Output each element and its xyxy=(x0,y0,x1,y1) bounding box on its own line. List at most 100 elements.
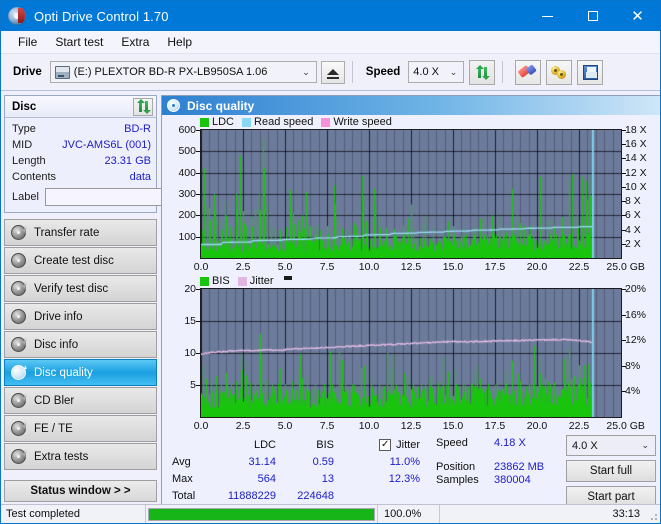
x-tick-label: 17.5 xyxy=(485,261,505,273)
resize-grip[interactable] xyxy=(648,511,658,521)
y-tick-label: 300 xyxy=(178,188,196,200)
eraser-icon xyxy=(517,61,539,82)
stats-max-bis: 13 xyxy=(280,471,338,488)
drive-select[interactable]: (E:) PLEXTOR BD-R PX-LB950SA 1.06 ⌄ xyxy=(50,61,317,83)
y2-tick-label: 16% xyxy=(625,309,646,321)
disc-quality-icon xyxy=(11,365,26,380)
legend-swatch-jitter xyxy=(238,277,247,286)
drive-info-icon xyxy=(11,309,26,324)
legend-ldc: LDC xyxy=(200,116,234,128)
legend-bis: BIS xyxy=(200,275,230,287)
create-test-disc-icon xyxy=(11,253,26,268)
refresh-icon xyxy=(475,65,490,80)
x-tick-label: 10.0 xyxy=(359,261,379,273)
y2-tick-label: 8% xyxy=(625,360,640,372)
y-tick-label: 200 xyxy=(178,209,196,221)
sidebar-item-verify-test-disc[interactable]: Verify test disc xyxy=(4,275,157,302)
app-window: Opti Drive Control 1.70 ✕ File Start tes… xyxy=(0,0,661,524)
sidebar-item-label: Verify test disc xyxy=(34,283,108,295)
stats-total-bis: 224648 xyxy=(280,487,338,504)
sidebar-item-label: Disc quality xyxy=(34,367,93,379)
x-tick-label: 22.5 xyxy=(569,420,589,432)
eject-button[interactable] xyxy=(321,61,345,84)
y2-tick-label: 10 X xyxy=(625,181,647,193)
x-tick-label: 17.5 xyxy=(485,420,505,432)
bis-x-axis: 0.02.55.07.510.012.515.017.520.022.525.0… xyxy=(200,418,660,433)
x-tick-label: 7.5 xyxy=(320,420,335,432)
sidebar-item-transfer-rate[interactable]: Transfer rate xyxy=(4,219,157,246)
disc-length-key: Length xyxy=(12,155,46,167)
main-panel: Disc quality LDC Read speed Write speed xyxy=(161,95,661,505)
y2-tick-label: 18 X xyxy=(625,124,647,136)
stats-total-ldc: 11888229 xyxy=(208,487,280,504)
ldc-plot-area xyxy=(200,129,622,259)
stats-max-jitter: 12.3% xyxy=(338,471,424,488)
sidebar-item-fe-te[interactable]: FE / TE xyxy=(4,415,157,442)
y2-tick-label: 8 X xyxy=(625,195,641,207)
disc-mid-value: JVC-AMS6L (001) xyxy=(62,139,151,151)
start-full-button[interactable]: Start full xyxy=(566,460,656,482)
legend-label-bis: BIS xyxy=(212,275,230,287)
stats-col-jitter: ✓ Jitter xyxy=(338,437,424,454)
verify-test-disc-icon xyxy=(11,281,26,296)
save-button[interactable] xyxy=(577,60,603,85)
minimize-button[interactable] xyxy=(525,1,570,31)
y-tick-label: 15 xyxy=(184,315,196,327)
disc-refresh-button[interactable] xyxy=(133,98,153,116)
disc-panel-title: Disc xyxy=(12,101,36,113)
sidebar-item-drive-info[interactable]: Drive info xyxy=(4,303,157,330)
speed-select[interactable]: 4.0 X ⌄ xyxy=(408,61,464,83)
sidebar-item-create-test-disc[interactable]: Create test disc xyxy=(4,247,157,274)
table-row: Total 11888229 224648 xyxy=(166,487,424,504)
refresh-button[interactable] xyxy=(469,60,495,85)
speed-value: 4.18 X xyxy=(494,437,556,449)
tools-icon xyxy=(551,65,567,80)
x-tick-label: 2.5 xyxy=(236,261,251,273)
bis-jitter-chart: BIS Jitter 5101520 4%8%12%16%20% 0.02.55… xyxy=(162,274,660,433)
sidebar-item-cd-bler[interactable]: CD Bler xyxy=(4,387,157,414)
legend-swatch-write-speed xyxy=(321,118,330,127)
erase-button[interactable] xyxy=(515,60,541,85)
toolbar: Drive (E:) PLEXTOR BD-R PX-LB950SA 1.06 … xyxy=(1,54,660,91)
stats-corner xyxy=(166,437,208,454)
menu-extra[interactable]: Extra xyxy=(112,33,158,51)
toolbar-divider-2 xyxy=(502,61,503,83)
elapsed-time: 33:13 xyxy=(440,505,660,524)
drive-select-value: (E:) PLEXTOR BD-R PX-LB950SA 1.06 xyxy=(74,66,268,78)
y-tick-label: 5 xyxy=(190,379,196,391)
cd-bler-icon xyxy=(11,393,26,408)
maximize-button[interactable] xyxy=(570,1,615,31)
disc-info-rows: Type BD-R MID JVC-AMS6L (001) Length 23.… xyxy=(5,118,156,212)
x-tick-label: 7.5 xyxy=(320,261,335,273)
tools-button[interactable] xyxy=(546,60,572,85)
legend-write-speed: Write speed xyxy=(321,116,392,128)
sidebar-item-disc-quality[interactable]: Disc quality xyxy=(4,359,157,386)
status-bar: Test completed 100.0% 33:13 xyxy=(1,504,660,523)
window-controls: ✕ xyxy=(525,1,660,31)
legend-label-read-speed: Read speed xyxy=(254,116,313,128)
stats-row-label-max: Max xyxy=(166,471,208,488)
maximize-icon xyxy=(588,11,598,21)
y-tick-label: 500 xyxy=(178,145,196,157)
sidebar-item-extra-tests[interactable]: Extra tests xyxy=(4,443,157,470)
chevron-down-icon: ⌄ xyxy=(641,440,649,451)
x-tick-label: 12.5 xyxy=(401,261,421,273)
disc-row-contents: Contents data xyxy=(12,169,151,185)
bis-y-axis-right: 4%8%12%16%20% xyxy=(622,288,660,418)
y-tick-label: 20 xyxy=(184,283,196,295)
status-message: Test completed xyxy=(1,505,146,524)
test-speed-select[interactable]: 4.0 X ⌄ xyxy=(566,435,656,456)
status-window-button[interactable]: Status window > > xyxy=(4,480,157,502)
menu-start-test[interactable]: Start test xyxy=(46,33,112,51)
close-button[interactable]: ✕ xyxy=(615,1,660,31)
run-info-gap xyxy=(436,450,556,460)
y2-tick-label: 20% xyxy=(625,283,646,295)
x-tick-label: 12.5 xyxy=(401,420,421,432)
ldc-y-axis-left: 100200300400500600 xyxy=(162,129,200,259)
menu-help[interactable]: Help xyxy=(158,33,201,51)
sidebar-item-disc-info[interactable]: Disc info xyxy=(4,331,157,358)
menu-file[interactable]: File xyxy=(9,33,46,51)
x-tick-label: 20.0 xyxy=(527,420,547,432)
progress-bar xyxy=(146,505,378,524)
jitter-checkbox[interactable]: ✓ xyxy=(379,439,391,451)
